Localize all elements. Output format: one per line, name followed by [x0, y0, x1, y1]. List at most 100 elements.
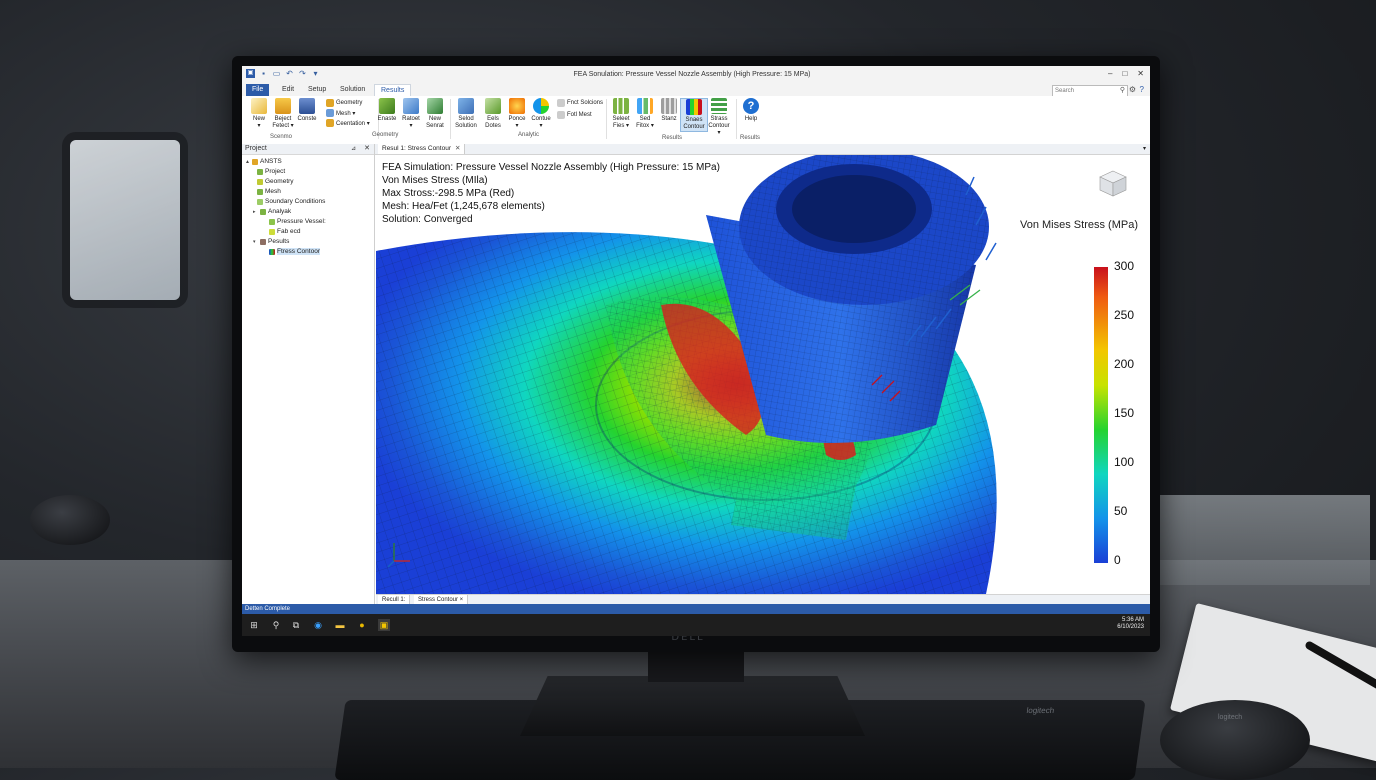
chevron-down-icon[interactable]: ▾ [1143, 144, 1146, 154]
snaes-contour-button[interactable]: Snaes Contour [680, 98, 708, 132]
chrome-icon[interactable]: ● [356, 619, 368, 631]
save-icon[interactable]: ▪ [259, 69, 268, 78]
tree-node-mesh[interactable]: Mesh [257, 188, 281, 195]
edge-icon[interactable]: ◉ [312, 619, 324, 631]
list-icon [557, 111, 565, 119]
tree-node-geometry[interactable]: Geometry [257, 178, 294, 185]
legend-tick: 0 [1114, 553, 1121, 567]
fixed-support-icon [269, 228, 275, 235]
boundary-icon [257, 198, 263, 205]
solve-solution-button[interactable]: Selod Solution [453, 98, 479, 130]
windows-icon[interactable]: ⊞ [248, 619, 260, 631]
ribbon-separator [736, 99, 737, 139]
tree-node-project[interactable]: Project [257, 168, 285, 175]
find-solutions-small-button[interactable]: Fnct Solcions [557, 99, 603, 107]
orientation-icon [326, 119, 334, 127]
folder-icon [275, 98, 291, 114]
pin-icon[interactable]: ⊿ [351, 144, 356, 154]
stanz-button[interactable]: Stanz [656, 98, 682, 123]
orientation-small-button[interactable]: Ceentation ▾ [326, 119, 370, 127]
monitor-stand-foot [520, 676, 865, 736]
monitor-stand-neck [648, 652, 744, 682]
legend-tick: 250 [1114, 308, 1135, 322]
maximize-icon[interactable]: □ [1122, 69, 1127, 78]
undo-icon[interactable]: ↶ [285, 69, 294, 78]
close-tab-icon[interactable]: ✕ [455, 145, 460, 152]
new-file-icon [251, 98, 267, 114]
ribbon: New ▾ Beject Fetect ▾ Conste Geometry Mesh… [242, 96, 1150, 145]
task-view-icon[interactable]: ⧉ [290, 619, 302, 631]
folder-icon[interactable]: ▭ [272, 69, 281, 78]
info-mesh: Mesh: Hea/Fet (1,245,678 elements) [382, 201, 545, 212]
ribbon-group-label: Geometry [372, 132, 399, 138]
tree-node-ansys[interactable]: ▲ ANSTS [245, 158, 282, 165]
tree-node-stress-contour[interactable]: Ftress Contoor [269, 248, 320, 255]
ribbon-group-label: Results [740, 135, 761, 141]
redo-icon[interactable]: ↷ [298, 69, 307, 78]
title-bar: ▣ ▪ ▭ ↶ ↷ ▾ FEA Sonulation: Pressure Ves… [242, 66, 1150, 85]
results-icon [260, 238, 266, 245]
minimize-icon[interactable]: – [1108, 69, 1112, 78]
3d-viewport[interactable]: FEA Simulation: Pressure Vessel Nozzle A… [376, 155, 1150, 594]
ribbon-group-label: Scenmo [270, 134, 293, 140]
document-tab[interactable]: Resul 1: Stress Contour ✕ [378, 144, 466, 154]
window-controls: – □ ✕ [1108, 69, 1144, 78]
legend-tick: 50 [1114, 504, 1128, 518]
set-filter-button[interactable]: Sed Fitox ▾ [632, 98, 658, 130]
taskbar: ⊞ ⚲ ⧉ ◉ ▬ ● ▣ 5:36 AM 6/10/2023 [242, 614, 1150, 636]
screen: ▣ ▪ ▭ ↶ ↷ ▾ FEA Sonulation: Pressure Ves… [242, 66, 1150, 636]
geometry-small-button[interactable]: Geometry [326, 99, 362, 107]
help-button[interactable]: ? Help [738, 98, 764, 123]
expand-icon[interactable]: ▸ [253, 209, 258, 215]
tab-solution[interactable]: Solution [334, 84, 371, 96]
background-mouse [30, 495, 110, 545]
pressure-icon [269, 218, 275, 225]
new-sensor-button[interactable]: New Senrat [422, 98, 448, 130]
select-files-button[interactable]: Seleet Fies ▾ [608, 98, 634, 130]
edit-icon [379, 98, 395, 114]
document-tab-bar: Resul 1: Stress Contour ✕ ▾ [375, 144, 1150, 155]
eels-dotes-button[interactable]: Eels Dotes [480, 98, 506, 130]
contour-button[interactable]: Contue ▾ [528, 98, 554, 130]
settings-icon[interactable]: ⚙ [1129, 85, 1136, 94]
new-button[interactable]: New ▾ [246, 98, 272, 130]
help-icon[interactable]: ? [1140, 85, 1144, 94]
save-button[interactable]: Conste [294, 98, 320, 123]
rotate-button[interactable]: Ratoet ▾ [398, 98, 424, 130]
dots-icon [485, 98, 501, 114]
folder-icon[interactable]: ▬ [334, 619, 346, 631]
keyboard-brand: logitech [1025, 706, 1055, 715]
mesh-small-button[interactable]: Mesh ▾ [326, 109, 355, 117]
close-panel-icon[interactable]: ✕ [364, 144, 370, 154]
view-cube-icon[interactable] [1098, 169, 1128, 197]
filter-chart-icon [637, 98, 653, 114]
background-monitor [70, 140, 180, 300]
stress-contour-button[interactable]: Strass Contour ▾ [706, 98, 732, 137]
probe-button[interactable]: Ponce ▾ [504, 98, 530, 130]
tree-node-boundary-conditions[interactable]: Soundary Conditions [257, 198, 325, 205]
background-shelf [1160, 495, 1370, 585]
tab-setup[interactable]: Setup [302, 84, 332, 96]
axis-triad-icon [387, 543, 410, 568]
tab-file[interactable]: File [246, 84, 270, 96]
fotl-mest-small-button[interactable]: Fotl Mest [557, 111, 592, 119]
tab-edit[interactable]: Edit [276, 84, 300, 96]
tree-node-pressure-vessel[interactable]: Pressure Vessel: [269, 218, 326, 225]
bar-chart-icon [613, 98, 629, 114]
legend-tick: 200 [1114, 357, 1135, 371]
tree-node-results[interactable]: ▾ Pesults [253, 238, 289, 245]
tree-node-fixed[interactable]: Fab ecd [269, 228, 301, 235]
status-bar: Detten Complete [242, 604, 1150, 614]
tree-node-analysis[interactable]: ▸ Analyak [253, 208, 291, 215]
project-icon [257, 168, 263, 175]
search-icon[interactable]: ⚲ [270, 619, 282, 631]
close-icon[interactable]: ✕ [1137, 69, 1144, 78]
project-button[interactable]: Beject Fetect ▾ [270, 98, 296, 130]
clock-time: 5:36 AM [1121, 617, 1144, 623]
qat-dropdown-icon[interactable]: ▾ [311, 69, 320, 78]
info-title: FEA Simulation: Pressure Vessel Nozzle A… [382, 162, 720, 173]
collapse-icon[interactable]: ▲ [245, 159, 250, 165]
collapse-icon[interactable]: ▾ [253, 239, 258, 245]
enaste-button[interactable]: Enaste [374, 98, 400, 123]
app-icon[interactable]: ▣ [378, 619, 390, 631]
